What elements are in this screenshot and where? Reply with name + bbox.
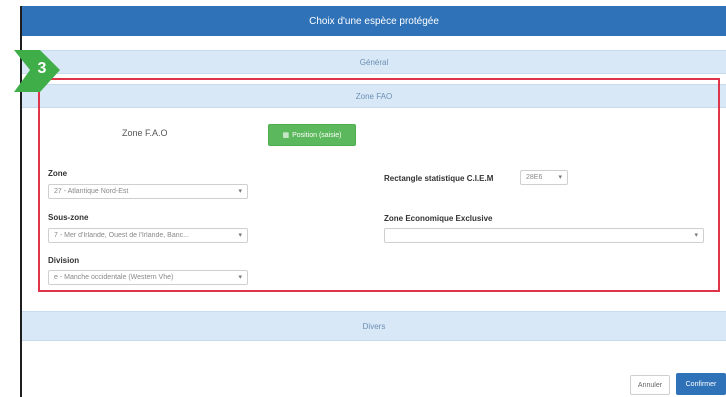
zone-label: Zone [48, 169, 68, 178]
sous-zone-select[interactable]: 7 - Mer d'Irlande, Ouest de l'Irlande, B… [48, 228, 248, 243]
zee-select[interactable]: ▾ [384, 228, 704, 243]
rectangle-label: Rectangle statistique C.I.E.M [384, 174, 494, 183]
chevron-down-icon: ▾ [694, 232, 698, 239]
division-select[interactable]: e - Manche occidentale (Western Vhe) ▾ [48, 270, 248, 285]
chevron-down-icon: ▾ [238, 232, 242, 239]
rectangle-select-value: 28E6 [526, 174, 543, 181]
sous-zone-label: Sous-zone [48, 213, 89, 222]
zone-fao-label: Zone F.A.O [122, 128, 168, 138]
sous-zone-select-value: 7 - Mer d'Irlande, Ouest de l'Irlande, B… [54, 232, 189, 239]
step-number: 3 [37, 60, 47, 77]
division-label: Division [48, 256, 80, 265]
section-general-label: Général [359, 57, 389, 67]
zone-select[interactable]: 27 - Atlantique Nord-Est ▾ [48, 184, 248, 199]
chevron-down-icon: ▾ [238, 188, 242, 195]
zone-select-value: 27 - Atlantique Nord-Est [54, 188, 129, 195]
section-divers[interactable]: Divers [22, 311, 726, 341]
position-button-label: Position (saisie) [292, 131, 342, 139]
step-badge: 3 [10, 46, 68, 96]
zee-label: Zone Economique Exclusive [384, 214, 493, 223]
position-button[interactable]: ▦ Position (saisie) [268, 124, 356, 146]
dialog-window: Choix d'une espèce protégée Général Zone… [20, 6, 726, 397]
dialog-title: Choix d'une espèce protégée [22, 6, 726, 36]
confirm-button[interactable]: Confirmer [676, 373, 726, 395]
section-general[interactable]: Général [22, 50, 726, 74]
rectangle-select[interactable]: 28E6 ▾ [520, 170, 568, 185]
section-divers-label: Divers [362, 321, 386, 331]
chevron-down-icon: ▾ [238, 274, 242, 281]
cancel-button[interactable]: Annuler [630, 375, 670, 395]
position-icon: ▦ [282, 132, 290, 139]
division-select-value: e - Manche occidentale (Western Vhe) [54, 274, 174, 281]
chevron-down-icon: ▾ [558, 174, 562, 181]
